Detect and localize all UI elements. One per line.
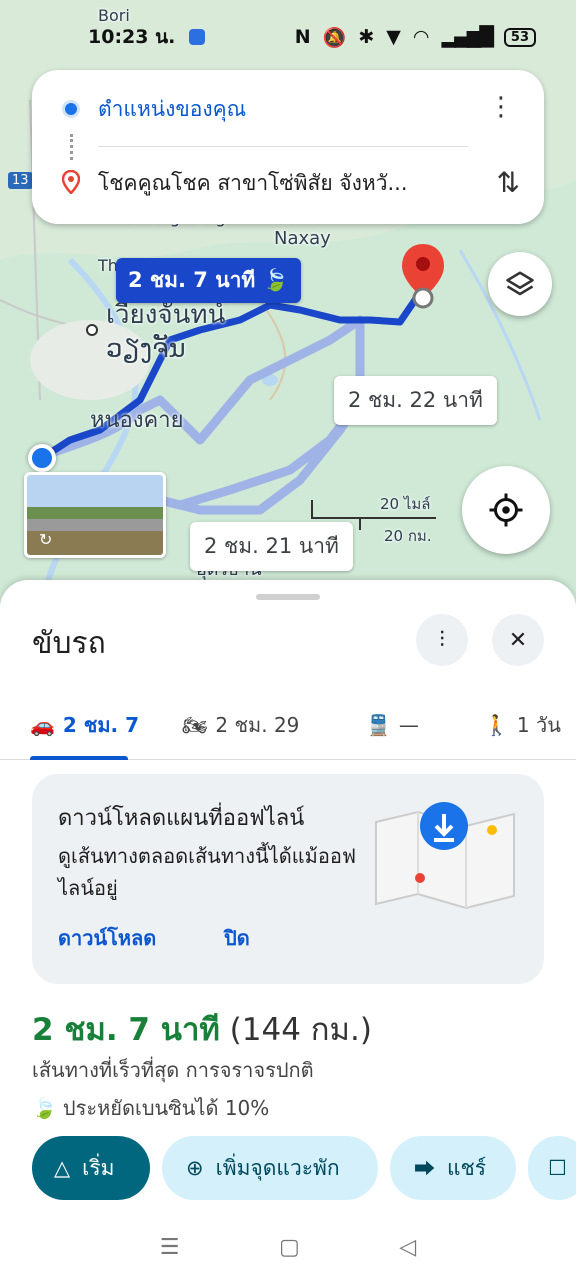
tab-motorcycle[interactable]: 🏍 2 ชม. 29	[182, 690, 299, 760]
signal-icon: ▂▄▆█	[441, 26, 493, 48]
layers-icon	[506, 271, 534, 296]
navigation-arrow-icon: △	[54, 1156, 71, 1180]
map-label-nong-khai: หนองคาย	[90, 408, 184, 433]
destination-input[interactable]: โชคคูณโชค สาขาโซ่พิสัย จังหวั...	[98, 162, 468, 204]
wifi-icon: ◠	[412, 26, 430, 48]
motorcycle-icon: 🏍	[182, 713, 208, 737]
offline-map-card: ดาวน์โหลดแผนที่ออฟไลน์ ดูเส้นทางตลอดเส้น…	[32, 774, 544, 984]
route-description: เส้นทางที่เร็วที่สุด การจราจรปกติ	[32, 1058, 314, 1082]
origin-input[interactable]: ตำแหน่งของคุณ	[98, 88, 484, 130]
drag-handle[interactable]	[256, 594, 320, 600]
route-options-button[interactable]: ⫶	[416, 614, 468, 666]
location-icon: ▼	[386, 26, 401, 48]
battery-indicator: 53	[503, 27, 536, 47]
mute-icon: 🔕	[322, 26, 347, 49]
tab-motorcycle-label: 2 ชม. 29	[215, 713, 300, 737]
tune-icon: ⫶	[439, 627, 445, 653]
close-icon: ✕	[508, 627, 528, 653]
dismiss-link[interactable]: ปิด	[224, 922, 250, 954]
share-button[interactable]: ⮕ แชร์	[390, 1136, 516, 1200]
street-view-thumbnail[interactable]: ↻	[24, 472, 166, 558]
tab-walk-label: 1 วัน	[516, 713, 561, 737]
street-view-rotate-icon: ↻	[39, 530, 53, 549]
more-options-icon[interactable]: ⋮	[488, 94, 514, 120]
map-label-vientiane-lao: ວຽງຈັນ	[106, 334, 186, 364]
tab-car-label: 2 ชม. 7	[62, 713, 140, 737]
layers-button[interactable]	[488, 252, 552, 316]
eco-savings: 🍃 ประหยัดเบนซินได้ 10%	[32, 1092, 269, 1124]
eco-savings-text: ประหยัดเบนซินได้ 10%	[62, 1096, 270, 1120]
map-label-naxay: Naxay	[274, 228, 331, 249]
current-location-dot	[28, 444, 56, 472]
start-label: เริ่ม	[82, 1155, 115, 1180]
save-button[interactable]: ☐	[528, 1136, 576, 1200]
sheet-title: ขับรถ	[32, 626, 106, 661]
tab-transit-label: —	[398, 713, 419, 737]
route-dots-divider	[70, 134, 74, 160]
add-location-icon: ⊕	[186, 1156, 204, 1180]
route-summary: 2 ชม. 7 นาที (144 กม.)	[32, 1004, 372, 1054]
route-distance: (144 กม.)	[229, 1012, 372, 1048]
route-duration: 2 ชม. 7 นาที	[32, 1012, 220, 1048]
bluetooth-icon: ✱	[358, 26, 375, 48]
eco-leaf-icon: 🍃	[262, 268, 289, 292]
origin-dot-icon	[62, 100, 80, 118]
car-icon: 🚗	[30, 713, 55, 737]
route-time-alt1[interactable]: 2 ชม. 22 นาที	[334, 376, 497, 425]
download-link[interactable]: ดาวน์โหลด	[58, 922, 156, 954]
bookmark-icon: ☐	[548, 1156, 567, 1180]
route-card: ตำแหน่งของคุณ ⋮ โชคคูณโชค สาขาโซ่พิสัย จ…	[32, 70, 544, 224]
scale-miles: 20 ไมล์	[380, 495, 431, 513]
active-tab-indicator	[30, 756, 128, 760]
walk-icon: 🚶	[484, 713, 509, 737]
crosshair-icon	[489, 493, 523, 527]
nfc-icon: N	[294, 26, 311, 48]
add-stop-button[interactable]: ⊕ เพิ่มจุดแวะพัก	[162, 1136, 378, 1200]
status-bar: 10:23 น. N 🔕 ✱ ▼ ◠ ▂▄▆█ 53	[0, 0, 576, 74]
app-notification-icon	[189, 29, 206, 45]
back-icon[interactable]: ◁	[399, 1235, 416, 1260]
action-buttons: △ เริ่ม ⊕ เพิ่มจุดแวะพัก ⮕ แชร์ ☐	[32, 1136, 576, 1200]
share-icon: ⮕	[414, 1157, 435, 1181]
road-shield-13: 13	[8, 172, 33, 189]
route-time-primary-label: 2 ชม. 7 นาที	[128, 268, 256, 292]
offline-heading: ดาวน์โหลดแผนที่ออฟไลน์	[58, 806, 305, 831]
tab-car[interactable]: 🚗 2 ชม. 7	[30, 690, 139, 760]
share-label: แชร์	[447, 1155, 487, 1180]
start-button[interactable]: △ เริ่ม	[32, 1136, 150, 1200]
add-stop-label: เพิ่มจุดแวะพัก	[215, 1155, 340, 1180]
tab-walk[interactable]: 🚶 1 วัน	[484, 690, 561, 760]
status-icons: N 🔕 ✱ ▼ ◠ ▂▄▆█ 53	[295, 26, 536, 49]
status-time: 10:23 น.	[88, 26, 176, 48]
leaf-icon: 🍃	[32, 1096, 57, 1120]
destination-pin-small-icon	[61, 169, 81, 195]
divider	[98, 146, 468, 147]
tab-transit[interactable]: 🚆 —	[366, 690, 419, 760]
map-label-th: Th	[98, 256, 118, 275]
recents-icon[interactable]: ☰	[160, 1235, 180, 1260]
route-time-alt2[interactable]: 2 ชม. 21 นาที	[190, 522, 353, 571]
origin-text: ตำแหน่งของคุณ	[98, 96, 247, 121]
close-button[interactable]: ✕	[492, 614, 544, 666]
system-nav-bar: ☰ ▢ ◁	[0, 1214, 576, 1280]
scale-km: 20 กม.	[384, 527, 432, 545]
destination-text: โชคคูณโชค สาขาโซ่พิสัย จังหวั...	[98, 170, 408, 195]
offline-description: ดูเส้นทางตลอดเส้นทางนี้ได้แม้ออฟไลน์อยู่	[58, 844, 356, 900]
directions-sheet: ขับรถ ⫶ ✕ 🚗 2 ชม. 7 🏍 2 ชม. 29 🚆 — 🚶 1 ว…	[0, 580, 576, 1280]
offline-map-illustration-icon	[374, 800, 516, 910]
route-time-primary[interactable]: 2 ชม. 7 นาที 🍃	[116, 258, 301, 303]
swap-icon[interactable]: ⇅	[497, 166, 520, 199]
destination-pin-icon[interactable]	[400, 242, 446, 316]
train-icon: 🚆	[366, 713, 391, 737]
travel-mode-tabs: 🚗 2 ชม. 7 🏍 2 ชม. 29 🚆 — 🚶 1 วัน	[0, 690, 576, 760]
my-location-button[interactable]	[462, 466, 550, 554]
home-icon[interactable]: ▢	[279, 1235, 300, 1260]
